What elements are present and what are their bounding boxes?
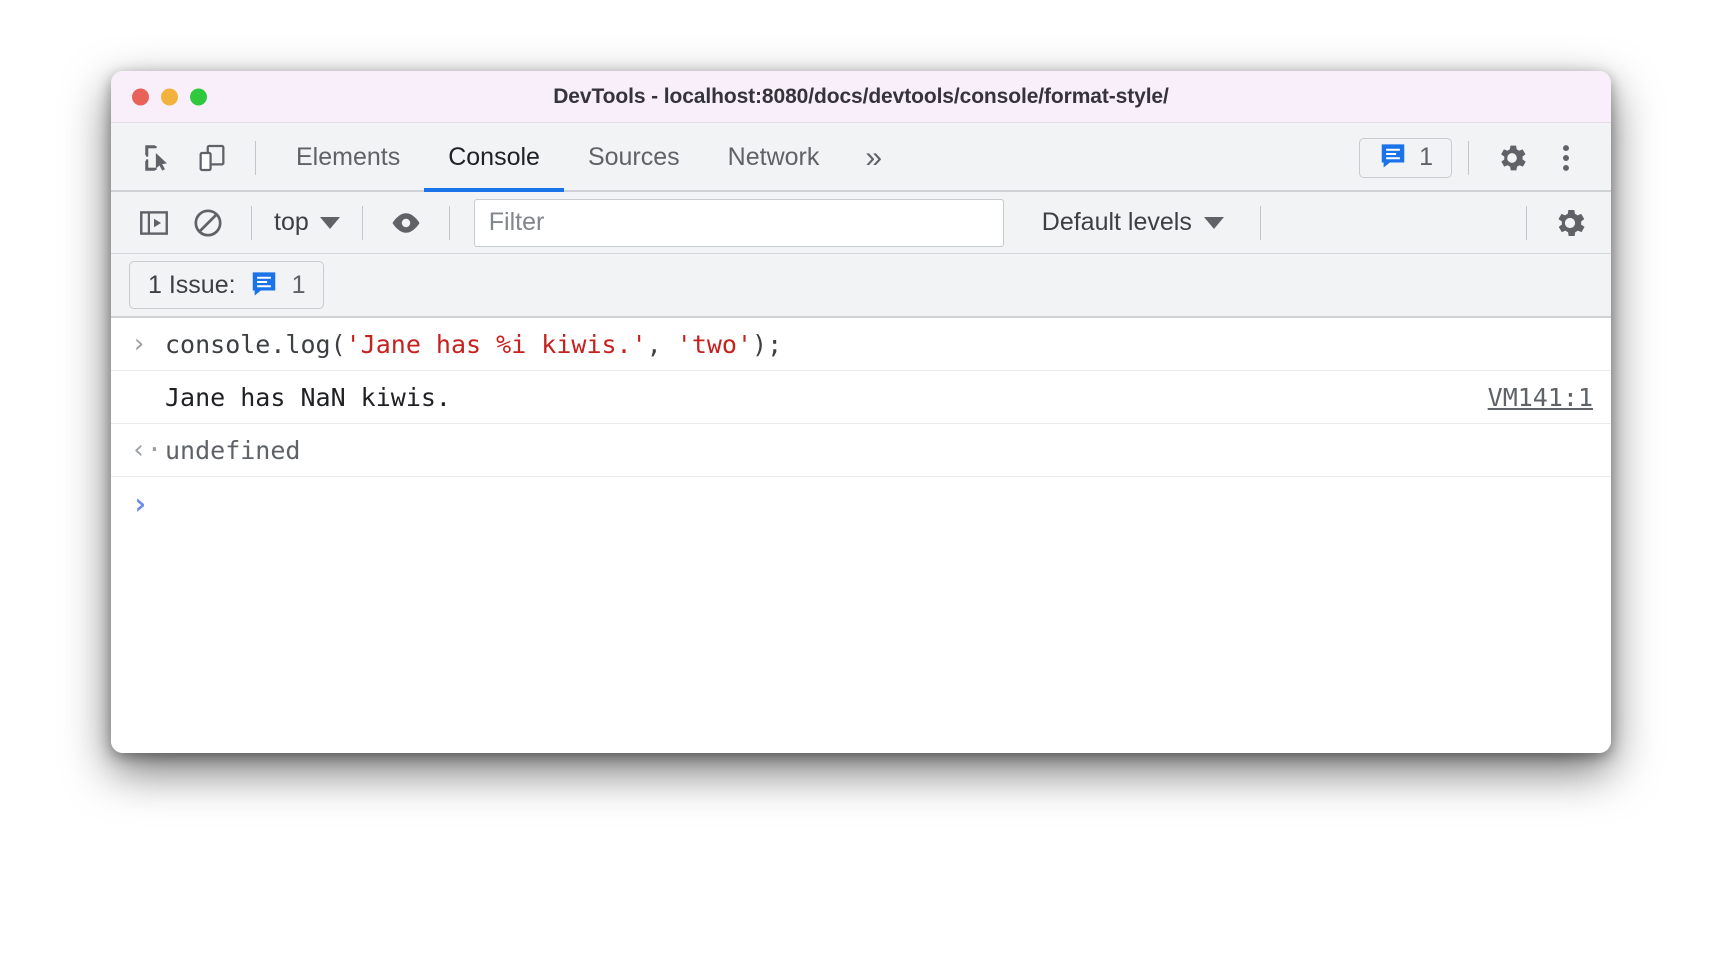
console-sidebar-icon[interactable] bbox=[127, 198, 181, 248]
execution-context-label: top bbox=[274, 208, 309, 236]
issues-bar: 1 Issue: 1 bbox=[111, 254, 1611, 318]
window-controls bbox=[132, 88, 207, 105]
chevron-down-icon bbox=[1203, 216, 1224, 229]
tab-console[interactable]: Console bbox=[424, 123, 564, 192]
tabbar-divider bbox=[255, 140, 256, 175]
maximize-button[interactable] bbox=[190, 88, 207, 105]
filter-input[interactable]: Filter bbox=[473, 198, 1004, 247]
panel-tabs: Elements Console Sources Network » bbox=[272, 123, 904, 192]
console-return-text: undefined bbox=[165, 435, 301, 465]
console-toolbar-divider-5 bbox=[1526, 205, 1527, 240]
tab-elements-label: Elements bbox=[296, 143, 401, 171]
console-prompt-row[interactable]: › bbox=[111, 477, 1611, 533]
screenshot-stage: DevTools - localhost:8080/docs/devtools/… bbox=[0, 0, 1722, 974]
eye-icon[interactable] bbox=[379, 198, 433, 248]
device-toolbar-icon[interactable] bbox=[185, 133, 239, 183]
console-input-row[interactable]: › console.log('Jane has %i kiwis.', 'two… bbox=[111, 318, 1611, 371]
window-title: DevTools - localhost:8080/docs/devtools/… bbox=[553, 84, 1169, 108]
tab-network-label: Network bbox=[727, 143, 820, 171]
tab-console-label: Console bbox=[448, 143, 540, 171]
issues-speech-bubble-icon bbox=[249, 268, 279, 303]
code-part-0: console.log( bbox=[165, 329, 346, 359]
issues-badge-count: 1 bbox=[1419, 143, 1433, 171]
console-prompt-caret: › bbox=[131, 487, 150, 522]
window-titlebar: DevTools - localhost:8080/docs/devtools/… bbox=[111, 71, 1611, 123]
issues-summary-button[interactable]: 1 Issue: 1 bbox=[129, 261, 325, 309]
console-input-code: console.log('Jane has %i kiwis.', 'two')… bbox=[165, 330, 1593, 359]
tab-elements[interactable]: Elements bbox=[272, 123, 424, 192]
gear-icon[interactable] bbox=[1485, 133, 1539, 183]
tab-network[interactable]: Network bbox=[704, 123, 844, 192]
tab-sources-label: Sources bbox=[587, 143, 680, 171]
return-value-icon: ‹· bbox=[131, 435, 163, 465]
issues-speech-bubble-icon bbox=[1378, 140, 1408, 175]
console-return-row[interactable]: ‹· undefined bbox=[111, 424, 1611, 477]
execution-context-selector[interactable]: top bbox=[268, 208, 346, 237]
console-toolbar: top Filter Default levels bbox=[111, 192, 1611, 254]
console-toolbar-divider-4 bbox=[1259, 205, 1261, 240]
tabbar-divider-right bbox=[1468, 140, 1469, 175]
code-part-4: ); bbox=[752, 329, 783, 359]
gear-icon[interactable] bbox=[1543, 198, 1597, 248]
more-tabs-icon[interactable]: » bbox=[843, 141, 904, 175]
inspect-element-icon[interactable] bbox=[131, 133, 185, 183]
console-output-row[interactable]: Jane has NaN kiwis. VM141:1 bbox=[111, 371, 1611, 424]
close-button[interactable] bbox=[132, 88, 149, 105]
code-part-2: , bbox=[646, 329, 677, 359]
log-levels-selector[interactable]: Default levels bbox=[1022, 208, 1244, 237]
filter-placeholder: Filter bbox=[488, 208, 545, 236]
issues-summary-count: 1 bbox=[291, 270, 306, 299]
tab-sources[interactable]: Sources bbox=[564, 123, 704, 192]
kebab-menu-icon[interactable] bbox=[1539, 133, 1593, 183]
console-toolbar-divider-1 bbox=[251, 205, 252, 240]
source-location-link[interactable]: VM141:1 bbox=[1470, 383, 1593, 412]
console-output-text: Jane has NaN kiwis. bbox=[165, 382, 451, 412]
console-message-list: › console.log('Jane has %i kiwis.', 'two… bbox=[111, 318, 1611, 753]
clear-console-icon[interactable] bbox=[181, 198, 235, 248]
more-tabs-label: » bbox=[865, 140, 883, 174]
chevron-down-icon bbox=[319, 216, 340, 229]
code-part-1: 'Jane has %i kiwis.' bbox=[345, 329, 647, 359]
console-toolbar-divider-3 bbox=[448, 205, 450, 240]
minimize-button[interactable] bbox=[161, 88, 178, 105]
issues-summary-label: 1 Issue: bbox=[148, 270, 236, 299]
devtools-tabbar: Elements Console Sources Network » 1 bbox=[111, 123, 1611, 192]
log-levels-label: Default levels bbox=[1041, 208, 1192, 236]
devtools-window: DevTools - localhost:8080/docs/devtools/… bbox=[111, 71, 1611, 753]
issues-badge-button[interactable]: 1 bbox=[1359, 137, 1452, 178]
console-toolbar-divider-2 bbox=[361, 205, 363, 240]
code-part-3: 'two' bbox=[676, 329, 753, 359]
input-prompt-icon: › bbox=[131, 329, 147, 359]
